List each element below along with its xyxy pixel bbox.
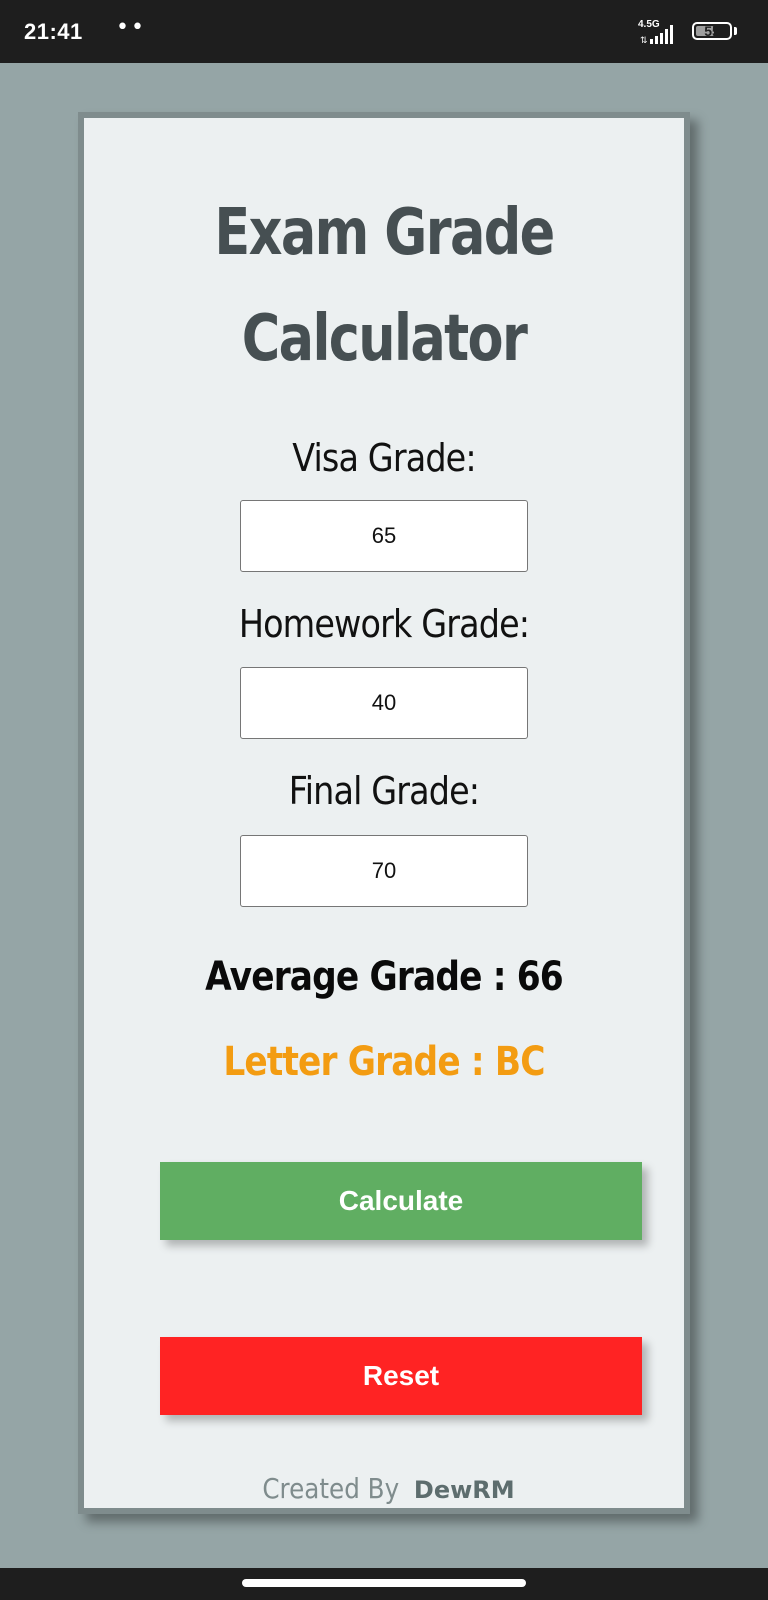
reset-button[interactable]: Reset (160, 1337, 642, 1415)
final-grade-input[interactable] (240, 835, 528, 907)
visa-grade-label: Visa Grade: (292, 436, 476, 480)
signal-icon: 4.5G ⇅ (638, 19, 678, 45)
battery-percent: 55 (704, 23, 720, 39)
navigation-bar (0, 1568, 768, 1600)
calculate-button[interactable]: Calculate (160, 1162, 642, 1240)
home-indicator[interactable] (242, 1579, 526, 1587)
notification-dots: •• (116, 15, 146, 40)
homework-grade-label: Homework Grade: (238, 602, 530, 646)
title-line-1: Exam Grade (214, 196, 555, 270)
footer-prefix: Created By (262, 1472, 400, 1505)
homework-grade-input[interactable] (240, 667, 528, 739)
status-time: 21:41 (24, 19, 83, 44)
battery-icon: 55 (692, 22, 732, 40)
average-grade-result: Average Grade : 66 (205, 954, 564, 1000)
final-grade-label: Final Grade: (288, 769, 480, 813)
letter-grade-result: Letter Grade : BC (223, 1039, 545, 1085)
footer-credit: Created By DewRM (84, 1472, 684, 1505)
footer-author: DewRM (413, 1476, 515, 1504)
title-line-2: Calculator (241, 302, 528, 376)
status-bar: 21:41 •• 4.5G ⇅ 55 (0, 0, 768, 63)
svg-text:⇅: ⇅ (640, 35, 648, 45)
visa-grade-input[interactable] (240, 500, 528, 572)
battery-tip (734, 27, 737, 35)
page-title: Exam Grade Calculator (138, 180, 630, 392)
calculator-card: Exam Grade Calculator Visa Grade: Homewo… (78, 112, 690, 1514)
